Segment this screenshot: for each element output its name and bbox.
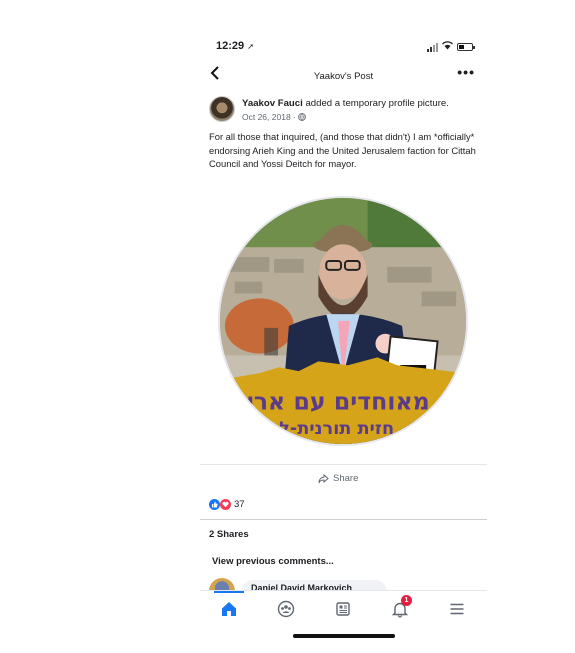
reaction-count: 37 [234, 499, 245, 510]
share-button[interactable]: Share [318, 473, 358, 484]
phone-screen: 12:29 ➚ Yaakov's Post ••• Yaakov Fauci a… [200, 30, 487, 653]
author-name-link[interactable]: Yaakov Fauci [242, 98, 303, 109]
signal-icon [427, 42, 438, 52]
post-action-bar: Share [200, 464, 487, 486]
tab-home[interactable] [217, 597, 241, 621]
tab-groups[interactable] [274, 597, 298, 621]
banner-text-line1: מאוחדים עם אריה [231, 388, 430, 416]
page-title: Yaakov's Post [313, 71, 374, 82]
reaction-summary[interactable]: 37 [209, 499, 245, 510]
tab-notifications[interactable]: 1 [388, 595, 412, 621]
status-bar: 12:29 ➚ [200, 38, 487, 58]
shares-count[interactable]: 2 Shares [209, 529, 249, 540]
battery-icon [457, 43, 475, 51]
post-author-line: Yaakov Fauci added a temporary profile p… [242, 98, 449, 109]
like-reaction-icon [209, 499, 220, 510]
more-options-button[interactable]: ••• [457, 64, 475, 80]
groups-icon [277, 600, 295, 618]
love-reaction-icon [220, 499, 231, 510]
post-date[interactable]: Oct 26, 2018 · [242, 112, 298, 122]
section-divider [200, 519, 487, 520]
tab-menu[interactable] [445, 597, 469, 621]
post-action-text: added a temporary profile picture. [302, 98, 449, 109]
location-arrow-icon: ➚ [247, 42, 254, 51]
home-indicator[interactable] [293, 634, 395, 638]
newspaper-icon [336, 602, 350, 616]
hamburger-menu-icon [450, 603, 464, 615]
post-navbar: Yaakov's Post ••• [200, 64, 487, 88]
tab-news[interactable] [331, 597, 355, 621]
home-icon [222, 602, 236, 616]
post-meta: Oct 26, 2018 · [242, 112, 307, 122]
profile-picture-photo[interactable]: ק מאוחדים עם אריה חזית תורנית-לא [218, 196, 468, 446]
share-label: Share [333, 473, 359, 484]
view-previous-comments-link[interactable]: View previous comments... [212, 556, 334, 567]
share-arrow-icon [318, 473, 329, 483]
status-time: 12:29 ➚ [216, 40, 254, 52]
globe-icon [298, 112, 307, 122]
status-icons [427, 41, 475, 53]
post-header: Yaakov Fauci added a temporary profile p… [209, 96, 479, 126]
wifi-icon [442, 41, 453, 53]
banner-text-line2: חזית תורנית-לא [266, 419, 394, 439]
author-avatar[interactable] [209, 96, 235, 122]
active-tab-indicator [214, 591, 244, 593]
post-body-text: For all those that inquired, (and those … [209, 131, 476, 169]
notification-badge: 1 [401, 595, 412, 606]
bottom-tab-bar: 1 [200, 590, 487, 626]
